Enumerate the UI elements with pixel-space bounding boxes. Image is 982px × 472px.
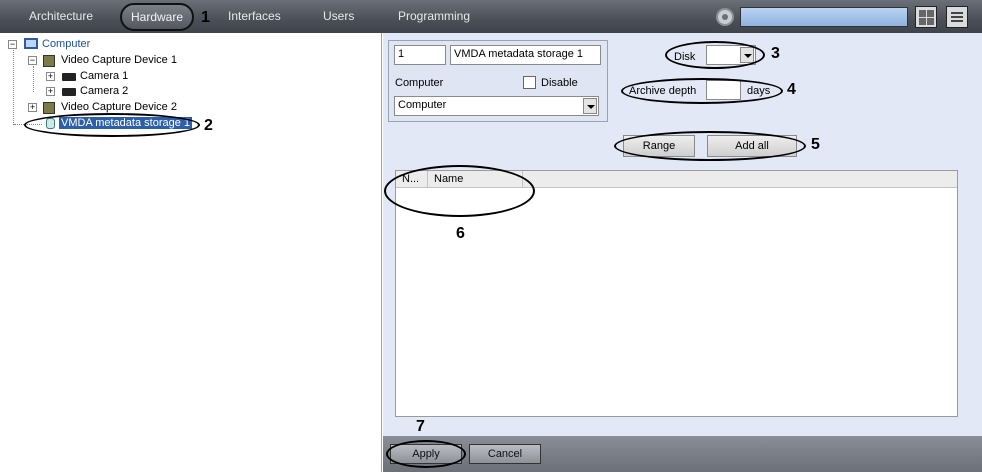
highlight-oval [384,165,535,217]
collapse-icon[interactable]: − [28,56,37,65]
annotation-3: 3 [771,45,780,62]
disable-label: Disable [541,77,578,89]
disable-checkbox[interactable] [523,76,536,89]
expand-icon[interactable]: + [46,72,55,81]
grid-icon [919,10,926,17]
computer-label: Computer [395,77,444,89]
settings-gear-icon[interactable] [716,8,734,26]
id-field[interactable]: 1 [394,45,446,65]
tree-item-video-capture-device-1[interactable]: − Video Capture Device 1 [28,54,188,69]
name-field[interactable]: VMDA metadata storage 1 [450,45,601,65]
tree-item-label: Computer [42,38,91,50]
collapse-icon[interactable]: − [8,40,17,49]
annotation-7: 7 [416,418,425,435]
computer-select[interactable]: Computer [394,96,599,116]
annotation-2: 2 [204,117,213,134]
tree-item-label: Camera 1 [80,70,129,82]
annotation-5: 5 [811,136,820,153]
annotation-6: 6 [456,225,465,242]
hardware-tree: − Computer − Video Capture Device 1 + Ca… [0,33,382,472]
tab-hardware[interactable]: Hardware [120,3,194,31]
tab-interfaces[interactable]: Interfaces [228,9,281,23]
highlight-oval [24,113,200,137]
menu-button[interactable] [946,6,968,28]
top-toolbar: Architecture Hardware Interfaces Users P… [0,0,982,33]
tab-programming[interactable]: Programming [398,9,470,23]
highlight-oval [386,440,466,468]
expand-icon[interactable]: + [28,103,37,112]
highlight-oval [621,78,783,104]
camera-icon [62,88,76,96]
tree-item-camera-1[interactable]: + Camera 1 [46,70,146,85]
annotation-4: 4 [787,81,796,98]
tab-users[interactable]: Users [323,9,354,23]
camera-icon [62,73,76,81]
tree-item-label: Video Capture Device 1 [61,54,177,66]
tree-item-computer[interactable]: − Computer [8,38,128,53]
menu-icon [951,12,963,14]
capture-device-icon [43,102,55,114]
search-input[interactable] [740,7,908,27]
tab-architecture[interactable]: Architecture [29,9,93,23]
tree-item-camera-2[interactable]: + Camera 2 [46,85,146,100]
expand-icon[interactable]: + [46,87,55,96]
capture-device-icon [43,55,55,67]
tab-hardware-label: Hardware [130,10,184,24]
layout-grid-button[interactable] [915,6,937,28]
highlight-oval [665,41,765,69]
cancel-button[interactable]: Cancel [469,444,541,464]
computer-icon [24,38,38,49]
tree-item-label: Camera 2 [80,85,129,97]
tree-item-label: Video Capture Device 2 [61,101,177,113]
chevron-down-icon[interactable] [583,98,597,114]
annotation-1: 1 [201,9,210,26]
highlight-oval [614,131,806,161]
